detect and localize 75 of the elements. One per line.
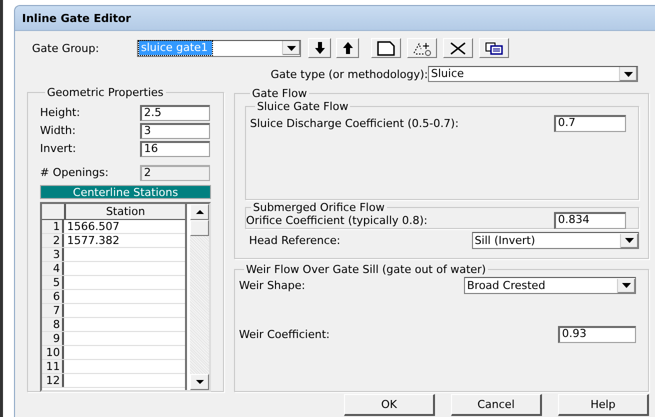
table-cell[interactable]: 1566.507 [64, 220, 185, 233]
row-number: 7 [42, 304, 64, 317]
row-number: 2 [42, 234, 64, 247]
field-label: Gate type (or methodology): [270, 68, 428, 80]
field-label: Invert: [40, 142, 78, 155]
move-up-button[interactable] [336, 38, 359, 58]
scroll-thumb[interactable] [190, 220, 209, 236]
field-label: Head Reference: [249, 234, 342, 247]
group-title: Geometric Properties [46, 86, 165, 99]
row-number: 8 [42, 318, 64, 331]
copy-button[interactable] [479, 38, 509, 58]
row-number: 3 [42, 248, 64, 261]
move-down-button[interactable] [308, 38, 331, 58]
dropdown-value: Broad Crested [466, 278, 546, 292]
field-label: Weir Coefficient: [239, 328, 330, 341]
group-title: Gate Flow [251, 87, 308, 100]
gate-type-dropdown[interactable]: Sluice [428, 66, 638, 82]
field-label: Width: [40, 124, 77, 137]
input-field[interactable]: 3 [140, 122, 210, 138]
row-number: 4 [42, 262, 64, 275]
rename-button[interactable] [407, 38, 437, 58]
input-field[interactable]: 0.7 [554, 115, 626, 132]
dropdown-button[interactable] [617, 278, 635, 292]
row-number: 6 [42, 290, 64, 303]
page-icon [377, 40, 395, 56]
row-number: 10 [42, 346, 64, 359]
group-title: Submerged Orifice Flow [252, 201, 386, 214]
row-number: 12 [42, 374, 64, 387]
field-label: Height: [40, 106, 82, 119]
row-number: 5 [42, 276, 64, 289]
caret-icon [625, 238, 634, 243]
caret-icon [196, 380, 204, 384]
group-title: Weir Flow Over Gate Sill (gate out of water) [245, 263, 487, 276]
input-field[interactable]: 0.93 [558, 326, 636, 343]
head-reference-dropdown[interactable]: Sill (Invert) [472, 232, 639, 249]
dialog-button[interactable]: Help [558, 394, 649, 416]
new-button[interactable] [371, 38, 401, 58]
caret-icon [622, 283, 631, 288]
rename-icon [412, 40, 432, 56]
table-cell[interactable]: 1577.382 [64, 234, 185, 247]
weir-shape-dropdown[interactable]: Broad Crested [464, 277, 636, 294]
copy-icon [485, 42, 503, 54]
scroll-down-button[interactable] [190, 374, 209, 390]
field-label: Orifice Coefficient (typically 0.8): [246, 214, 428, 227]
field-label: Sluice Discharge Coefficient (0.5-0.7): [250, 117, 459, 130]
caret-icon [624, 72, 633, 76]
close-icon [450, 42, 466, 54]
dropdown-value: Sluice [430, 67, 465, 81]
input-field[interactable]: 0.834 [554, 212, 626, 229]
group-title: Sluice Gate Flow [256, 100, 350, 113]
arrow-up-icon [342, 42, 352, 54]
dropdown-value: sluice gate1 [139, 41, 212, 55]
caret-icon [287, 46, 296, 50]
arrow-down-icon [314, 42, 324, 54]
row-number: 1 [42, 220, 64, 233]
table-title: Centerline Stations [40, 185, 211, 199]
field-label: # Openings: [40, 166, 110, 179]
dropdown-value: Sill (Invert) [474, 234, 536, 248]
field-label: Gate Group: [32, 42, 100, 54]
field-label: Weir Shape: [239, 279, 306, 292]
dropdown-button[interactable] [620, 234, 638, 248]
scroll-up-button[interactable] [190, 204, 209, 220]
dropdown-button[interactable] [282, 41, 300, 55]
column-header: Station [66, 204, 185, 219]
row-number: 11 [42, 360, 64, 373]
input-field[interactable]: 2.5 [140, 104, 210, 120]
input-field[interactable]: 16 [140, 140, 210, 156]
caret-up-icon [196, 210, 204, 214]
scrollbar[interactable] [190, 204, 209, 390]
dialog-button[interactable]: Cancel [451, 394, 542, 416]
row-number: 9 [42, 332, 64, 345]
delete-button[interactable] [443, 38, 473, 58]
dialog-button[interactable]: OK [344, 394, 435, 416]
dropdown-button[interactable] [619, 67, 637, 81]
window-title: Inline Gate Editor [22, 12, 131, 24]
